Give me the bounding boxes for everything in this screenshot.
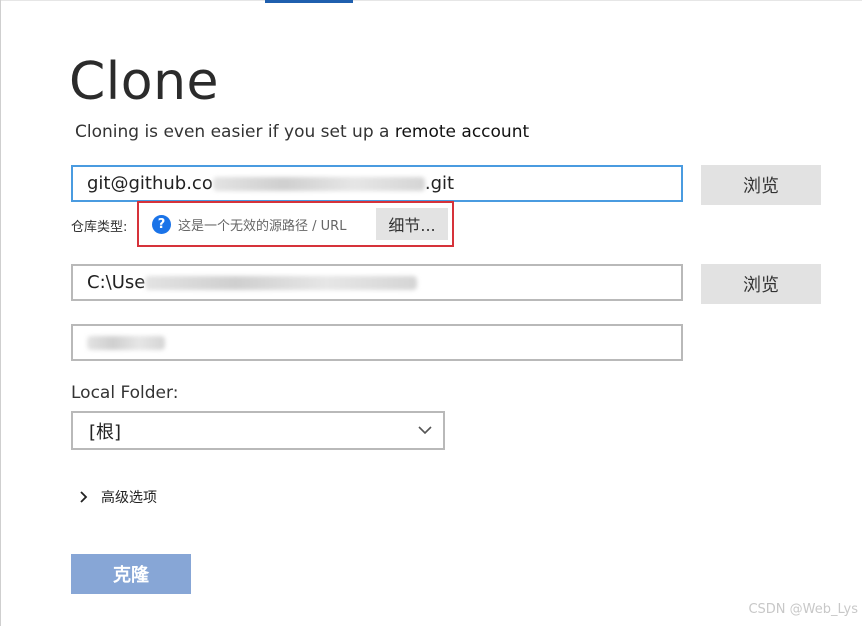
advanced-options-toggle[interactable]: 高级选项 <box>79 487 157 507</box>
question-icon: ? <box>152 214 171 234</box>
advanced-options-label: 高级选项 <box>101 490 157 506</box>
destination-path-input[interactable]: C:\Use <box>71 264 683 301</box>
redacted-source-url <box>212 176 425 191</box>
details-button[interactable]: 细节... <box>376 208 448 240</box>
page-subtitle: Cloning is even easier if you set up a r… <box>75 122 529 142</box>
local-folder-label: Local Folder: <box>71 383 179 403</box>
repo-type-label: 仓库类型: <box>71 220 128 235</box>
top-divider <box>1 0 862 1</box>
clone-button[interactable]: 克隆 <box>71 554 191 594</box>
warning-text: 这是一个无效的源路径 / URL <box>178 218 347 234</box>
invalid-source-warning: ? 这是一个无效的源路径 / URL 细节... <box>137 201 454 247</box>
local-folder-select[interactable]: [根] <box>71 411 445 450</box>
clone-dialog: Clone Cloning is even easier if you set … <box>0 0 862 626</box>
local-folder-value: [根] <box>89 421 122 443</box>
destination-path-text: C:\Use <box>87 272 146 293</box>
redacted-repository-name <box>87 335 165 350</box>
active-tab-indicator <box>265 0 353 3</box>
source-url-text-end: .git <box>424 173 455 194</box>
chevron-down-icon <box>418 426 432 435</box>
source-url-input[interactable]: git@github.co .git <box>71 165 683 202</box>
source-url-text-start: git@github.co <box>87 173 213 194</box>
remote-account-link[interactable]: remote account <box>395 122 529 142</box>
redacted-destination-path <box>145 275 418 290</box>
repository-name-input[interactable] <box>71 324 683 361</box>
subtitle-text: Cloning is even easier if you set up a <box>75 122 395 142</box>
watermark: CSDN @Web_Lys <box>748 602 858 617</box>
chevron-right-icon <box>80 491 88 503</box>
browse-destination-button[interactable]: 浏览 <box>701 264 821 304</box>
page-title: Clone <box>69 52 220 112</box>
browse-source-button[interactable]: 浏览 <box>701 165 821 205</box>
